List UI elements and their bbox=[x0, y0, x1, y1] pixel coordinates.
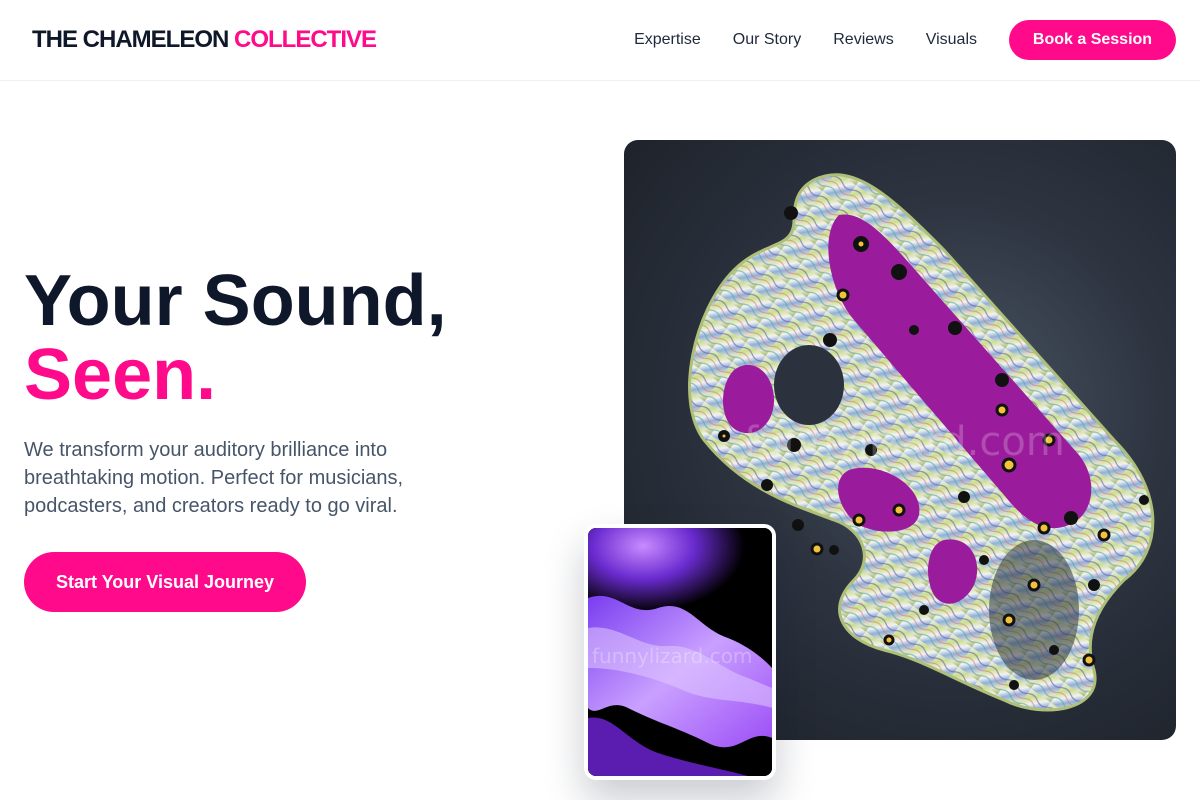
brand-name-main: THE CHAMELEON bbox=[32, 26, 229, 53]
hero-description: We transform your auditory brilliance in… bbox=[24, 439, 404, 517]
brand-logo[interactable]: THE CHAMELEON COLLECTIVE bbox=[32, 26, 377, 54]
nav-item-our-story[interactable]: Our Story bbox=[733, 20, 801, 60]
nav-item-expertise[interactable]: Expertise bbox=[634, 20, 701, 60]
book-session-button[interactable]: Book a Session bbox=[1009, 20, 1176, 60]
nav-item-visuals[interactable]: Visuals bbox=[926, 20, 977, 60]
main-nav: Expertise Our Story Reviews Visuals Book… bbox=[634, 20, 1176, 60]
main-image-watermark: funnylizard.com bbox=[744, 419, 1065, 465]
hero-title: Your Sound, Seen. bbox=[24, 264, 447, 412]
secondary-image-watermark: funnylizard.com bbox=[592, 644, 753, 668]
hero-title-line2: Seen. bbox=[24, 335, 217, 415]
nav-item-reviews[interactable]: Reviews bbox=[833, 20, 893, 60]
hero-title-line1: Your Sound, bbox=[24, 261, 447, 341]
brand-name-accent: COLLECTIVE bbox=[234, 26, 377, 53]
site-header: THE CHAMELEON COLLECTIVE Expertise Our S… bbox=[0, 0, 1200, 81]
start-journey-button[interactable]: Start Your Visual Journey bbox=[24, 552, 306, 612]
secondary-image-card: funnylizard.com bbox=[584, 524, 776, 780]
purple-smoke-image: funnylizard.com bbox=[588, 528, 772, 776]
